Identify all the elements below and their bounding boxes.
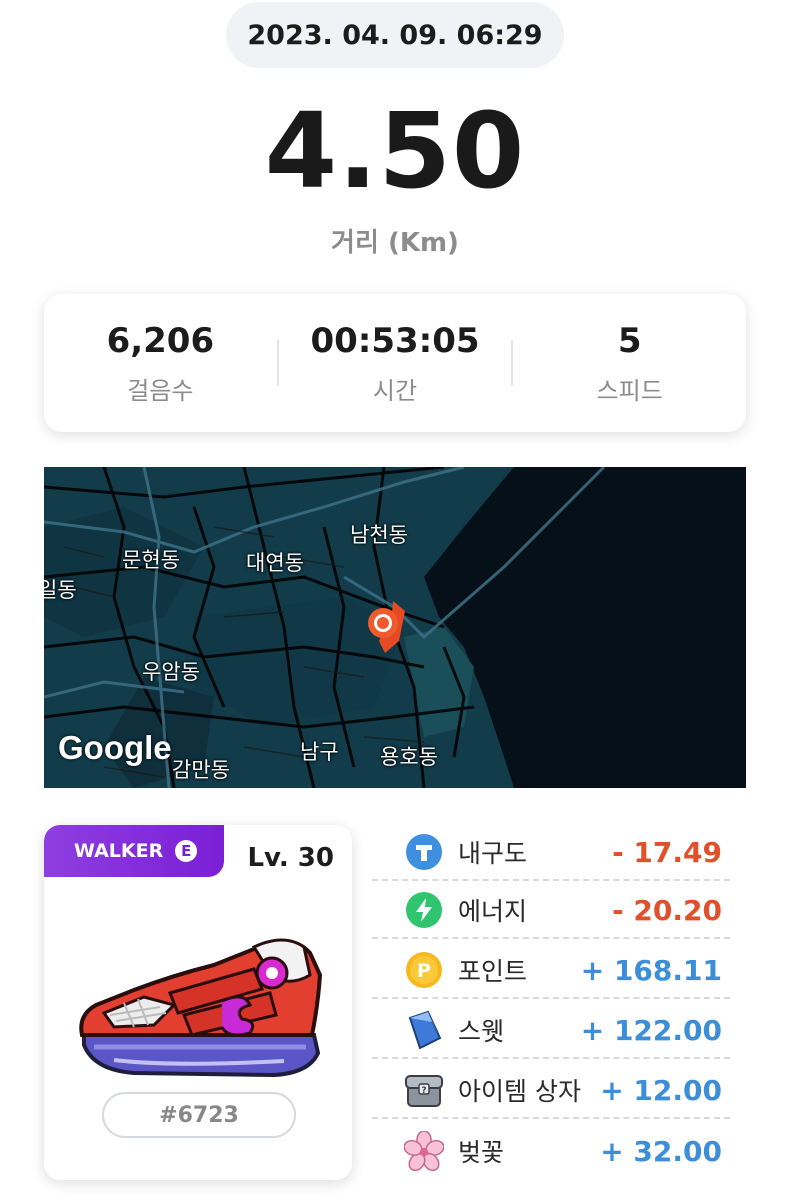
sweat-crystal-icon [404, 1010, 444, 1050]
reward-name: 스웻 [458, 1017, 505, 1046]
map-label-uam: 우암동 [142, 660, 200, 684]
session-datetime: 2023. 04. 09. 06:29 [226, 2, 564, 68]
steps-label: 걸음수 [127, 376, 194, 405]
energy-icon [404, 890, 444, 930]
svg-text:?: ? [421, 1086, 426, 1096]
sneaker-id: #6723 [102, 1092, 296, 1138]
reward-value: + 12.00 [600, 1073, 722, 1107]
svg-text:P: P [417, 960, 431, 982]
item-box-icon: ? [404, 1070, 444, 1110]
reward-name: 내구도 [458, 839, 528, 868]
sneaker-class-badge: WALKER E [44, 825, 224, 877]
reward-value: + 32.00 [600, 1134, 722, 1168]
stat-speed: 5 스피드 [513, 321, 746, 406]
speed-value: 5 [617, 320, 642, 361]
reward-value: - 17.49 [612, 835, 722, 869]
map-label-gamman: 감만동 [172, 758, 230, 782]
speed-label: 스피드 [596, 376, 663, 405]
stat-time: 00:53:05 시간 [279, 321, 512, 406]
sneaker-class: WALKER [74, 840, 164, 862]
point-icon: P [404, 950, 444, 990]
cherry-blossom-icon [404, 1131, 444, 1171]
reward-value: + 122.00 [580, 1013, 722, 1047]
reward-row-energy: 에너지 - 20.20 [372, 883, 730, 939]
time-label: 시간 [372, 376, 418, 405]
reward-row-point: P 포인트 + 168.11 [372, 943, 730, 999]
google-attribution: Google [58, 729, 172, 766]
reward-name: 아이템 상자 [458, 1077, 581, 1106]
map-label-namcheon: 남천동 [350, 523, 408, 547]
sneaker-grade: E [175, 840, 198, 862]
stats-card: 6,206 걸음수 00:53:05 시간 5 스피드 [44, 294, 746, 432]
map-label-munhyeon: 문현동 [122, 548, 180, 572]
sneaker-card[interactable]: WALKER E Lv. 30 #6723 [44, 825, 352, 1180]
map-label-yongho: 용호동 [380, 745, 438, 769]
distance-value: 4.50 [264, 90, 526, 212]
reward-row-durability: 내구도 - 17.49 [372, 825, 730, 881]
sneaker-level: Lv. 30 [247, 843, 334, 873]
reward-name: 벚꽃 [458, 1138, 505, 1167]
reward-row-cherry-blossom: 벚꽃 + 32.00 [372, 1123, 730, 1179]
map-label-il: 일동 [44, 578, 77, 602]
reward-row-sweat: 스웻 + 122.00 [372, 1003, 730, 1059]
reward-name: 에너지 [458, 897, 528, 926]
steps-value: 6,206 [106, 320, 215, 361]
map-label-daeyeon: 대연동 [246, 551, 304, 575]
sneaker-image [79, 938, 323, 1078]
reward-value: + 168.11 [580, 953, 722, 987]
reward-name: 포인트 [458, 957, 528, 986]
stat-steps: 6,206 걸음수 [44, 321, 277, 406]
reward-value: - 20.20 [612, 893, 722, 927]
reward-row-item-box: ? 아이템 상자 + 12.00 [372, 1063, 730, 1119]
map-label-namgu: 남구 [300, 740, 339, 764]
location-pin-icon [368, 601, 405, 653]
route-map[interactable]: 남천동 문현동 대연동 일동 우암동 남구 용호동 감만동 Google [44, 467, 746, 788]
durability-icon [404, 832, 444, 872]
distance-label: 거리 (Km) [331, 228, 459, 258]
time-value: 00:53:05 [310, 320, 480, 361]
